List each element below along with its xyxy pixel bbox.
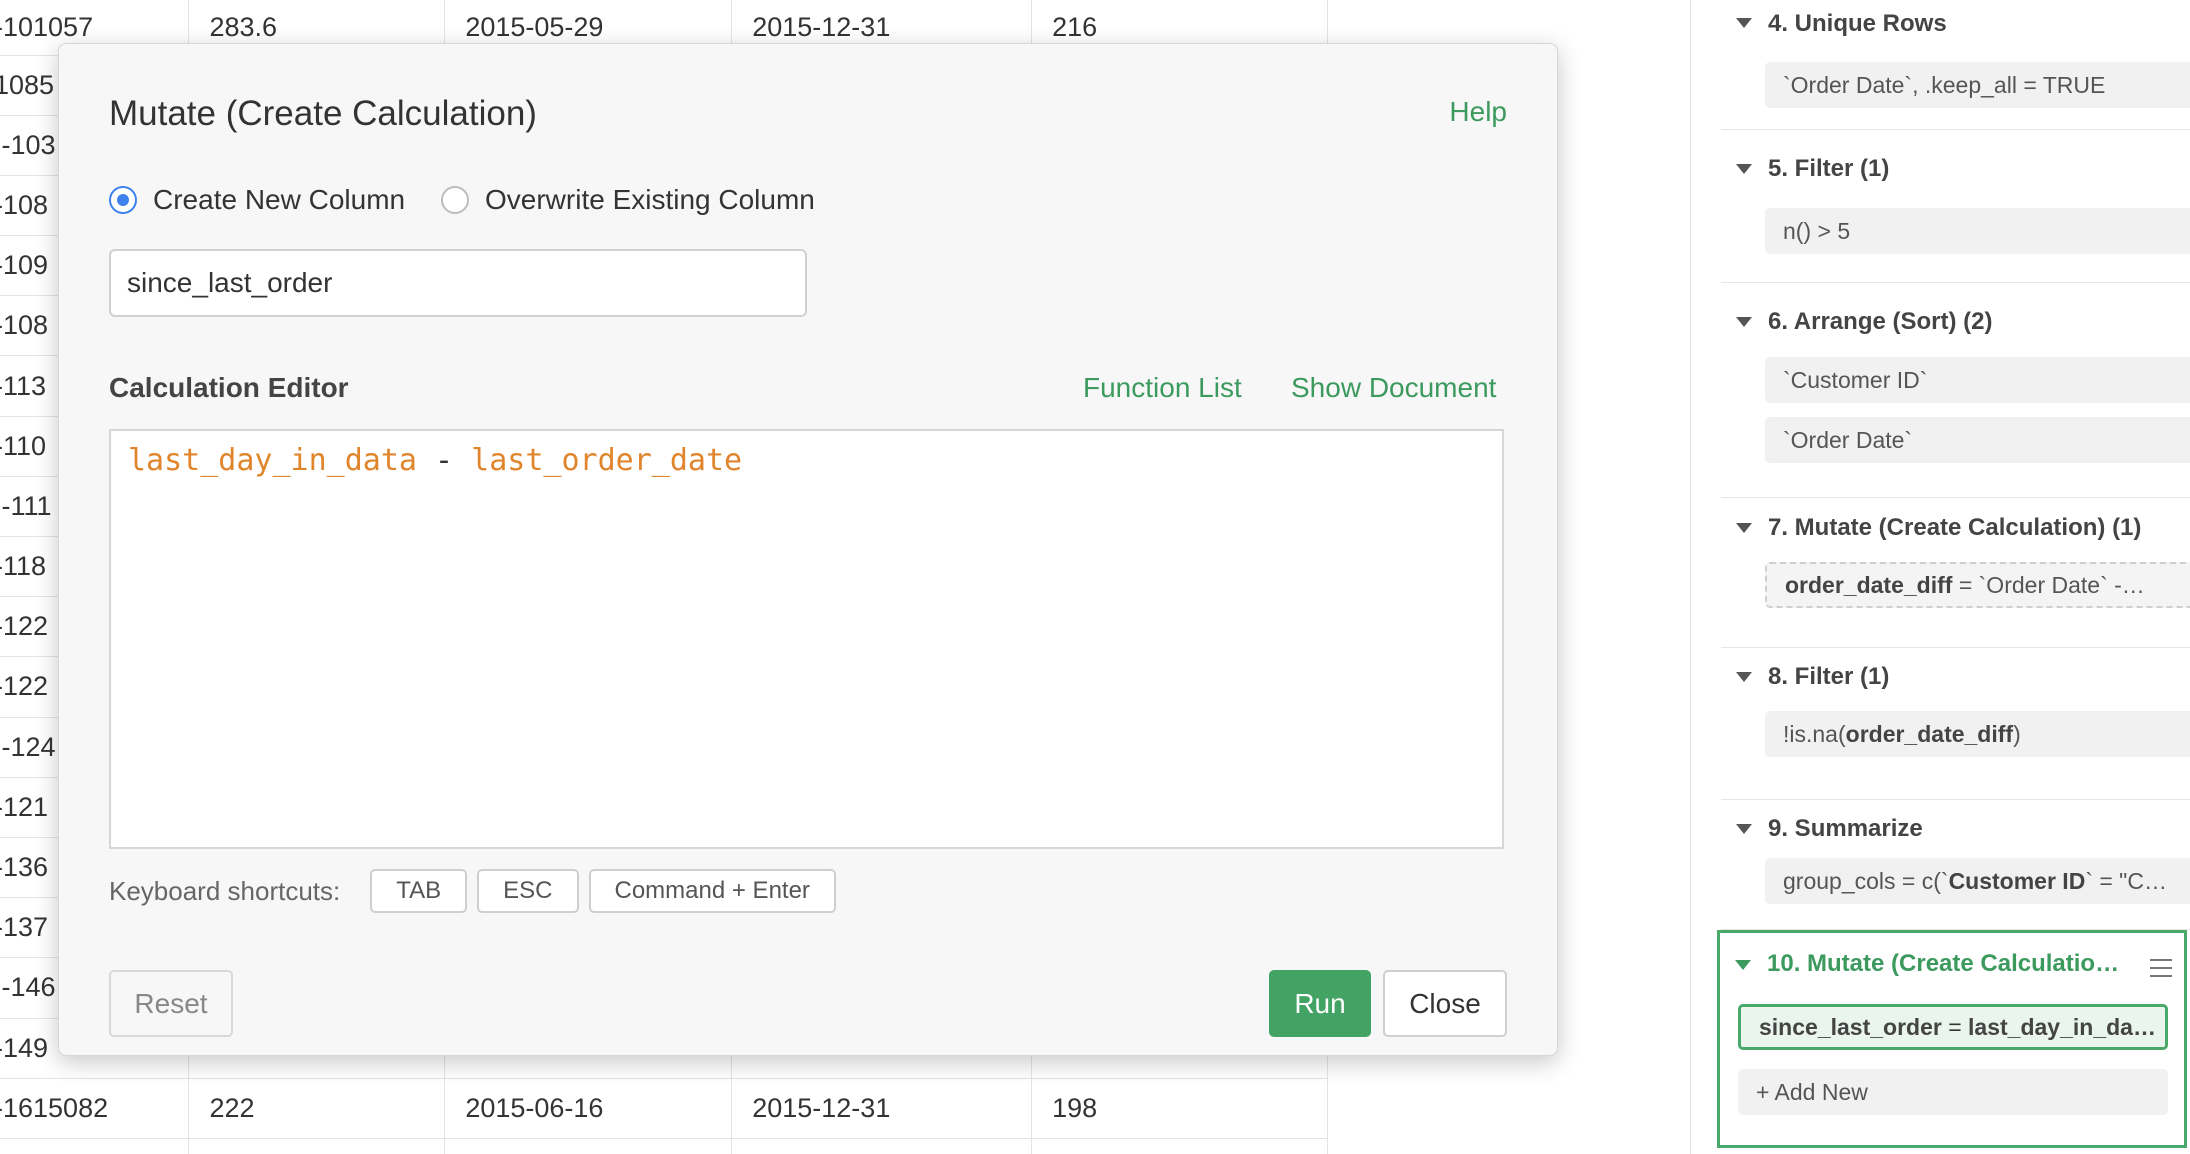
- step-title: 4. Unique Rows: [1768, 10, 1947, 37]
- table-cell: 222: [188, 1078, 446, 1139]
- table-row: -1615082 222 2015-06-16 2015-12-31 198: [0, 1078, 1328, 1139]
- code-token: last_order_date: [471, 443, 743, 478]
- chip-expression: last_day_in_da…: [1968, 1014, 2156, 1040]
- step-title: 7. Mutate (Create Calculation) (1): [1768, 514, 2142, 541]
- step-title: 10. Mutate (Create Calculatio…: [1767, 950, 2120, 977]
- pipeline-panel: 4. Unique Rows `Order Date`, .keep_all =…: [1690, 0, 2190, 1154]
- add-new-button[interactable]: + Add New: [1738, 1069, 2168, 1115]
- key-command-enter: Command + Enter: [588, 869, 836, 913]
- step-chip[interactable]: !is.na(order_date_diff): [1765, 711, 2190, 757]
- step-chip[interactable]: n() > 5: [1765, 208, 2190, 254]
- step-title: 5. Filter (1): [1768, 155, 1890, 182]
- chip-column: since_last_order: [1759, 1014, 1942, 1040]
- caret-down-icon[interactable]: [1735, 960, 1751, 970]
- chip-suffix: ` = "C…: [2085, 868, 2167, 894]
- chip-column: Customer ID: [1948, 868, 2086, 894]
- keyboard-shortcuts: Keyboard shortcuts: TAB ESC Command + En…: [109, 869, 846, 913]
- chip-prefix: group_cols = c(`: [1783, 868, 1949, 894]
- reset-button[interactable]: Reset: [109, 970, 233, 1037]
- shortcuts-label: Keyboard shortcuts:: [109, 875, 341, 906]
- step-chip[interactable]: order_date_diff = `Order Date` -…: [1765, 562, 2190, 608]
- key-tab: TAB: [370, 869, 468, 913]
- caret-down-icon[interactable]: [1736, 523, 1752, 533]
- radio-create-new[interactable]: Create New Column: [109, 184, 405, 216]
- table-cell: [1031, 1138, 1328, 1154]
- chip-suffix: ): [2013, 721, 2021, 747]
- step-chip[interactable]: `Customer ID`: [1765, 357, 2190, 403]
- code-operator: -: [416, 443, 472, 478]
- step-title: 9. Summarize: [1768, 815, 1923, 842]
- step-chip-active[interactable]: since_last_order = last_day_in_da…: [1738, 1004, 2168, 1050]
- table-cell: [444, 1138, 733, 1154]
- calculation-editor-label: Calculation Editor: [109, 372, 349, 403]
- caret-down-icon[interactable]: [1736, 18, 1752, 28]
- column-name-input[interactable]: [109, 249, 807, 317]
- chip-eq: =: [1941, 1014, 1969, 1040]
- step-chip[interactable]: group_cols = c(`Customer ID` = "C…: [1765, 858, 2190, 904]
- step-filter-8[interactable]: 8. Filter (1) !is.na(order_date_diff): [1721, 648, 2190, 800]
- caret-down-icon[interactable]: [1736, 164, 1752, 174]
- chip-prefix: !is.na(: [1783, 721, 1846, 747]
- table-cell: 198: [1031, 1078, 1328, 1139]
- dialog-title: Mutate (Create Calculation): [109, 94, 537, 133]
- function-list-link[interactable]: Function List: [1083, 372, 1242, 404]
- step-unique-rows[interactable]: 4. Unique Rows `Order Date`, .keep_all =…: [1721, 0, 2190, 130]
- table-cell: -1615082: [0, 1078, 190, 1139]
- step-title: 8. Filter (1): [1768, 663, 1890, 690]
- close-button[interactable]: Close: [1383, 970, 1507, 1037]
- code-token: last_day_in_data: [128, 443, 417, 478]
- step-arrange[interactable]: 6. Arrange (Sort) (2) `Customer ID` `Ord…: [1721, 283, 2190, 498]
- step-chip[interactable]: `Order Date`: [1765, 417, 2190, 463]
- step-title: 6. Arrange (Sort) (2): [1768, 308, 1993, 335]
- show-document-link[interactable]: Show Document: [1291, 372, 1496, 404]
- caret-down-icon[interactable]: [1736, 824, 1752, 834]
- step-mutate-10[interactable]: 10. Mutate (Create Calculatio… since_las…: [1717, 930, 2187, 1148]
- table-cell: [188, 1138, 446, 1154]
- mutate-dialog: Mutate (Create Calculation) Help Create …: [58, 43, 1558, 1056]
- radio-unselected-icon[interactable]: [441, 186, 469, 214]
- chip-expression: = `Order Date` -…: [1952, 572, 2145, 598]
- table-row: [0, 1138, 1328, 1154]
- calculation-editor[interactable]: last_day_in_data - last_order_date: [109, 429, 1504, 849]
- radio-label: Create New Column: [153, 184, 406, 215]
- code-expression: last_day_in_data - last_order_date: [128, 443, 742, 478]
- step-filter[interactable]: 5. Filter (1) n() > 5: [1721, 130, 2190, 283]
- table-cell: [0, 1138, 190, 1154]
- radio-label: Overwrite Existing Column: [485, 184, 815, 215]
- chip-column: order_date_diff: [1845, 721, 2014, 747]
- step-summarize[interactable]: 9. Summarize group_cols = c(`Customer ID…: [1721, 800, 2190, 930]
- caret-down-icon[interactable]: [1736, 317, 1752, 327]
- table-cell: 2015-12-31: [731, 1078, 1033, 1139]
- step-chip[interactable]: `Order Date`, .keep_all = TRUE: [1765, 62, 2190, 108]
- hamburger-menu-icon[interactable]: [2150, 959, 2172, 983]
- step-mutate-7[interactable]: 7. Mutate (Create Calculation) (1) order…: [1721, 498, 2190, 648]
- table-cell: 2015-06-16: [444, 1078, 733, 1139]
- chip-column: order_date_diff: [1785, 572, 1953, 598]
- radio-selected-icon[interactable]: [109, 186, 137, 214]
- caret-down-icon[interactable]: [1736, 672, 1752, 682]
- key-esc: ESC: [477, 869, 579, 913]
- radio-overwrite[interactable]: Overwrite Existing Column: [441, 184, 815, 216]
- run-button[interactable]: Run: [1269, 970, 1371, 1037]
- table-cell: [731, 1138, 1033, 1154]
- help-link[interactable]: Help: [1449, 96, 1507, 128]
